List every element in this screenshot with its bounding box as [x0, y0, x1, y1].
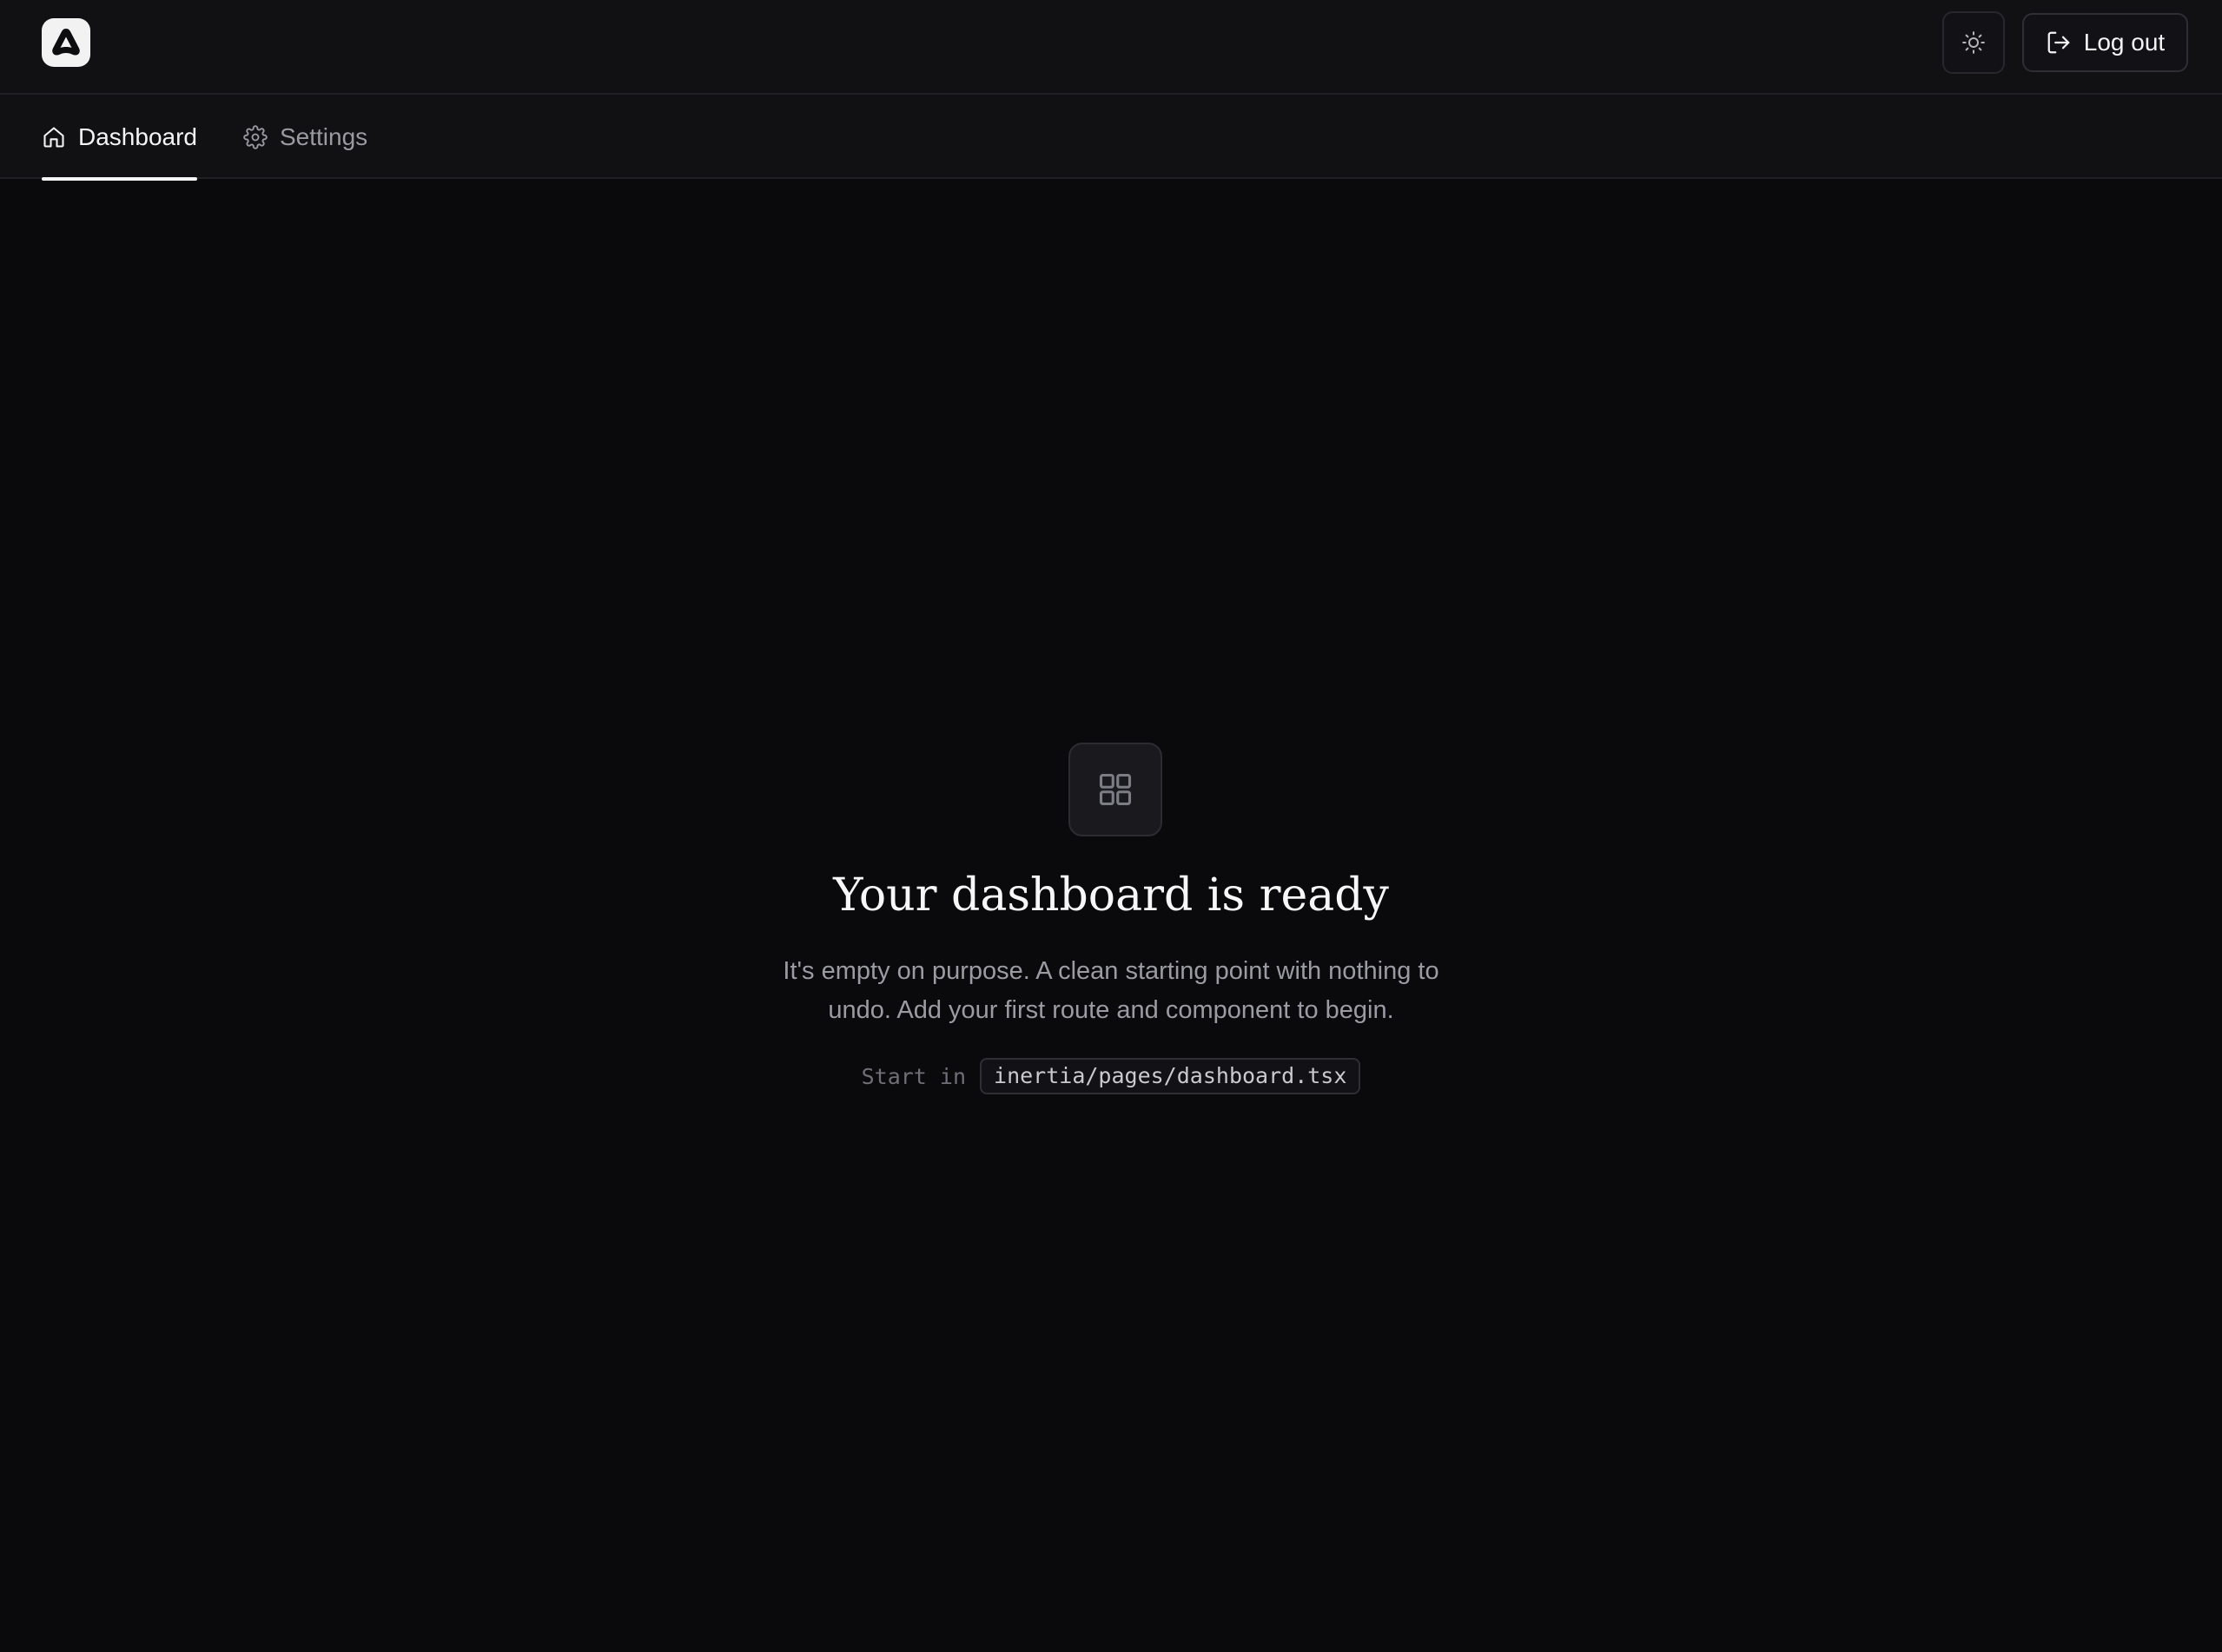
grid-icon: [1099, 773, 1132, 806]
start-path-code: inertia/pages/dashboard.tsx: [980, 1058, 1361, 1094]
tab-settings[interactable]: Settings: [243, 95, 367, 179]
log-out-icon: [2047, 31, 2070, 54]
main-nav: Dashboard Settings: [0, 95, 2222, 181]
theme-toggle-button[interactable]: [1942, 11, 2005, 74]
tab-settings-label: Settings: [280, 122, 368, 150]
empty-state-icon-tile: [1068, 743, 1162, 836]
log-out-label: Log out: [2083, 29, 2166, 56]
start-hint-label: Start in: [861, 1063, 967, 1089]
top-header: Log out: [0, 0, 2222, 95]
app-logo[interactable]: [42, 18, 90, 67]
empty-state-description: It's empty on purpose. A clean starting …: [783, 957, 1439, 1024]
sun-icon: [1962, 31, 1985, 54]
log-out-button[interactable]: Log out: [2022, 13, 2188, 72]
dashboard-empty-state: Your dashboard is ready It's empty on pu…: [0, 179, 2222, 1652]
tab-dashboard[interactable]: Dashboard: [42, 95, 197, 181]
empty-state-title: Your dashboard is ready: [833, 869, 1389, 922]
triangle-logo-icon: [52, 29, 80, 56]
start-hint: Start in inertia/pages/dashboard.tsx: [0, 1058, 2222, 1094]
home-icon: [43, 126, 64, 148]
tab-dashboard-label: Dashboard: [78, 122, 197, 150]
gear-icon: [243, 124, 268, 149]
